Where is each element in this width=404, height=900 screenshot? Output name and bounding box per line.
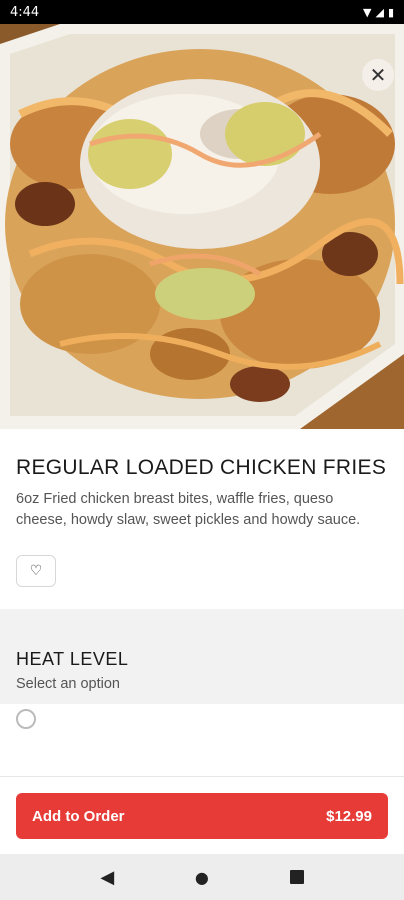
favorite-button[interactable]: ♡	[16, 555, 56, 587]
radio-button[interactable]	[16, 709, 36, 729]
home-icon[interactable]: ●	[195, 868, 209, 887]
hero-image: ✕	[0, 24, 404, 429]
heat-level-title: HEAT LEVEL	[16, 649, 129, 669]
battery-icon: ▮	[387, 5, 394, 19]
heart-icon: ♡	[29, 563, 43, 579]
status-icons: ▼ ◢ ▮	[363, 6, 394, 19]
back-icon[interactable]: ◀	[100, 867, 114, 888]
signal-icon: ◢	[375, 5, 384, 19]
close-icon: ✕	[369, 63, 387, 87]
recents-icon[interactable]	[289, 870, 304, 884]
food-photo	[0, 24, 404, 429]
heat-level-section: HEAT LEVEL Select an option	[0, 629, 404, 704]
item-description: 6oz Fried chicken breast bites, waffle f…	[16, 491, 361, 528]
section-divider	[0, 609, 404, 629]
add-to-order-label: Add to Order	[32, 807, 125, 825]
close-button[interactable]: ✕	[362, 59, 394, 91]
heat-option[interactable]	[0, 704, 404, 734]
status-time: 4:44	[10, 4, 40, 20]
heat-level-subtitle: Select an option	[16, 676, 120, 692]
order-price: $12.99	[326, 807, 372, 825]
bottom-action-bar: Add to Order $12.99	[0, 776, 404, 854]
item-details: REGULAR LOADED CHICKEN FRIES 6oz Fried c…	[0, 429, 404, 734]
item-title: REGULAR LOADED CHICKEN FRIES	[16, 456, 387, 479]
add-to-order-button[interactable]: Add to Order $12.99	[16, 793, 388, 839]
system-nav-bar: ◀ ●	[0, 854, 404, 900]
status-bar: 4:44 ▼ ◢ ▮	[0, 0, 404, 24]
wifi-icon: ▼	[363, 5, 372, 19]
